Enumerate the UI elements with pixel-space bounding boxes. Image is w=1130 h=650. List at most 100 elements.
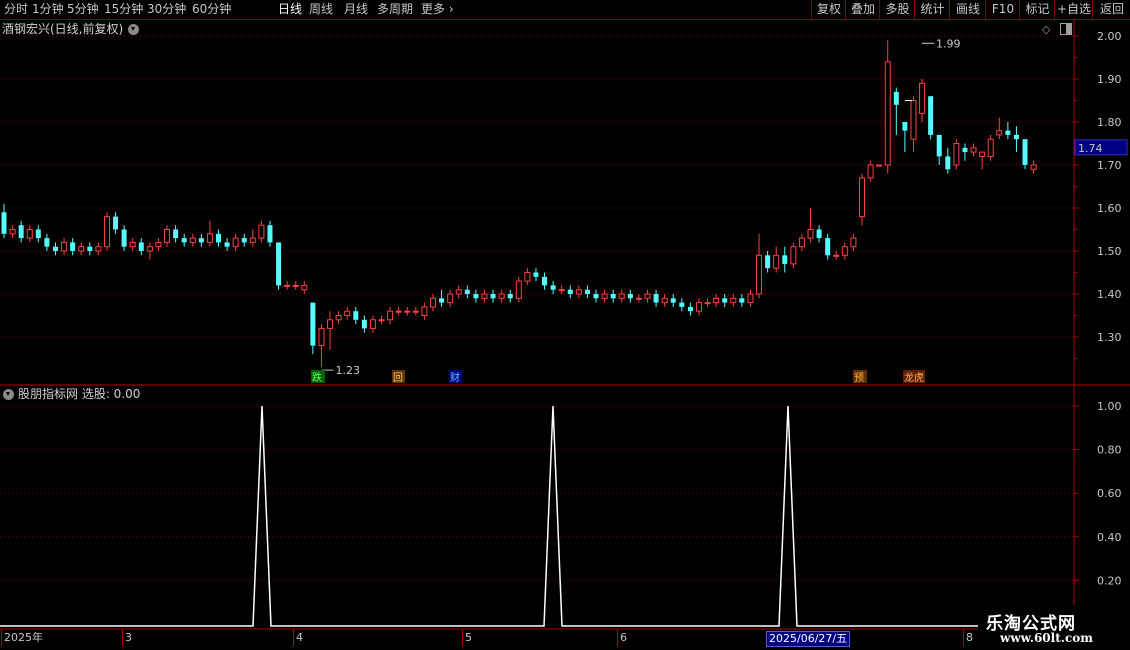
candle-body-up bbox=[910, 100, 917, 140]
candle-body-down bbox=[473, 294, 479, 299]
candle-body-up bbox=[369, 319, 376, 329]
candle-body-up bbox=[258, 224, 265, 239]
candle-body-down bbox=[928, 96, 934, 135]
indicator-label: 0.20 bbox=[1097, 574, 1122, 587]
indicator-menu-chevron-icon[interactable] bbox=[3, 389, 14, 400]
candle-body-down bbox=[1, 212, 7, 234]
candle-body-down bbox=[35, 229, 41, 239]
price-label: 1.50 bbox=[1097, 245, 1122, 258]
candle-body-up bbox=[447, 293, 454, 304]
candle-body-down bbox=[936, 134, 942, 157]
low-label: 1.23 bbox=[335, 364, 360, 377]
candle-body-down bbox=[627, 294, 633, 299]
candle-body-up bbox=[730, 297, 737, 304]
candle-body-up bbox=[756, 254, 763, 295]
indicator-label: 1.00 bbox=[1097, 400, 1122, 413]
candle-body-up bbox=[335, 315, 342, 321]
time-label-1: 3 bbox=[125, 631, 132, 644]
candle-body-down bbox=[439, 298, 445, 303]
panel-toggle-icon[interactable] bbox=[1060, 23, 1072, 35]
candle-body-up bbox=[498, 293, 505, 299]
candle-body-down bbox=[121, 229, 127, 247]
candle-body-up bbox=[1030, 164, 1037, 170]
candle-body-down bbox=[216, 233, 221, 243]
indicator-title: 股朋指标网 选股: 0.00 bbox=[18, 387, 141, 401]
candle-body-down bbox=[353, 311, 359, 320]
candle-body-down bbox=[44, 238, 50, 247]
candle-body-up bbox=[189, 237, 196, 243]
event-badge-2: 财 bbox=[450, 371, 460, 384]
candle-body-up bbox=[841, 246, 848, 256]
current-price-label: 1.74 bbox=[1078, 142, 1103, 155]
candle-body-up bbox=[155, 241, 162, 248]
candle-body-up bbox=[412, 310, 419, 313]
candle-body-up bbox=[661, 297, 668, 304]
candle-body-up bbox=[327, 319, 334, 329]
candle-body-up bbox=[292, 284, 299, 287]
candle-body-up bbox=[704, 302, 711, 305]
candle-body-up bbox=[558, 289, 565, 292]
candle-body-down bbox=[241, 238, 247, 243]
price-label: 1.70 bbox=[1097, 159, 1122, 172]
candle-body-up bbox=[61, 241, 68, 252]
main-chart-title: 酒钢宏兴(日线,前复权) bbox=[2, 22, 124, 36]
chart-canvas: 2.00 1.90 1.80 1.70 1.60 1.50 1.40 1.30 1.74 1.00… bbox=[0, 18, 1130, 630]
time-label-0: 2025年 bbox=[4, 631, 43, 644]
candle-body-up bbox=[919, 82, 926, 114]
candle-body-down bbox=[113, 216, 119, 230]
candle-body-up bbox=[249, 237, 256, 243]
candle-body-down bbox=[138, 242, 144, 251]
candle-body-down bbox=[825, 238, 831, 256]
diamond-icon[interactable]: ◇ bbox=[1042, 23, 1050, 36]
high-label: 1.99 bbox=[936, 37, 961, 50]
time-label-2: 4 bbox=[296, 631, 303, 644]
candle-body-down bbox=[70, 242, 76, 251]
candle-body-up bbox=[318, 327, 325, 347]
candle-body-up bbox=[695, 302, 702, 312]
candle-body-down bbox=[490, 294, 496, 299]
candle-body-down bbox=[567, 289, 573, 294]
title-menu-chevron-icon[interactable] bbox=[128, 24, 139, 35]
indicator-line bbox=[0, 405, 978, 627]
candle-body-down bbox=[902, 122, 908, 131]
candle-body-down bbox=[18, 225, 24, 239]
candle-body-up bbox=[979, 151, 986, 157]
time-label-5: 8 bbox=[966, 631, 973, 644]
time-label-3: 5 bbox=[465, 631, 472, 644]
candle-body-down bbox=[1013, 134, 1019, 140]
candle-body-down bbox=[464, 289, 470, 294]
candle-body-down bbox=[542, 276, 548, 286]
candle-body-up bbox=[747, 293, 754, 304]
candle-body-up bbox=[833, 254, 840, 257]
price-label: 1.90 bbox=[1097, 73, 1122, 86]
candle-body-up bbox=[395, 310, 402, 313]
candle-body-up bbox=[524, 272, 531, 282]
candle-body-up bbox=[129, 241, 136, 248]
candle-body-up bbox=[232, 237, 239, 248]
candle-body-down bbox=[765, 255, 771, 269]
candle-body-down bbox=[653, 294, 659, 303]
candle-body-down bbox=[361, 319, 367, 329]
candle-body-up bbox=[859, 177, 865, 218]
candle-body-down bbox=[52, 246, 58, 251]
candle-body-up bbox=[713, 297, 720, 304]
time-tick bbox=[963, 630, 964, 646]
candle-body-up bbox=[78, 246, 85, 252]
candle-body-down bbox=[816, 229, 822, 239]
candle-body-down bbox=[584, 289, 590, 294]
candle-body-up bbox=[430, 297, 436, 308]
candle-body-up bbox=[987, 138, 994, 157]
candle-body-down bbox=[782, 255, 788, 264]
watermark-url: www.60lt.com bbox=[1000, 631, 1093, 645]
candle-body-down bbox=[507, 294, 513, 299]
candle-body-down bbox=[224, 242, 230, 247]
candle-body-up bbox=[26, 229, 33, 239]
candle-body-up bbox=[387, 310, 394, 321]
candle-body-down bbox=[610, 294, 616, 299]
candle-body-up bbox=[618, 293, 625, 299]
indicator-label: 0.60 bbox=[1097, 487, 1122, 500]
event-badge-1: 回 bbox=[393, 372, 403, 384]
price-label: 1.30 bbox=[1097, 331, 1122, 344]
price-label: 1.80 bbox=[1097, 116, 1122, 129]
candle-body-down bbox=[310, 302, 316, 346]
